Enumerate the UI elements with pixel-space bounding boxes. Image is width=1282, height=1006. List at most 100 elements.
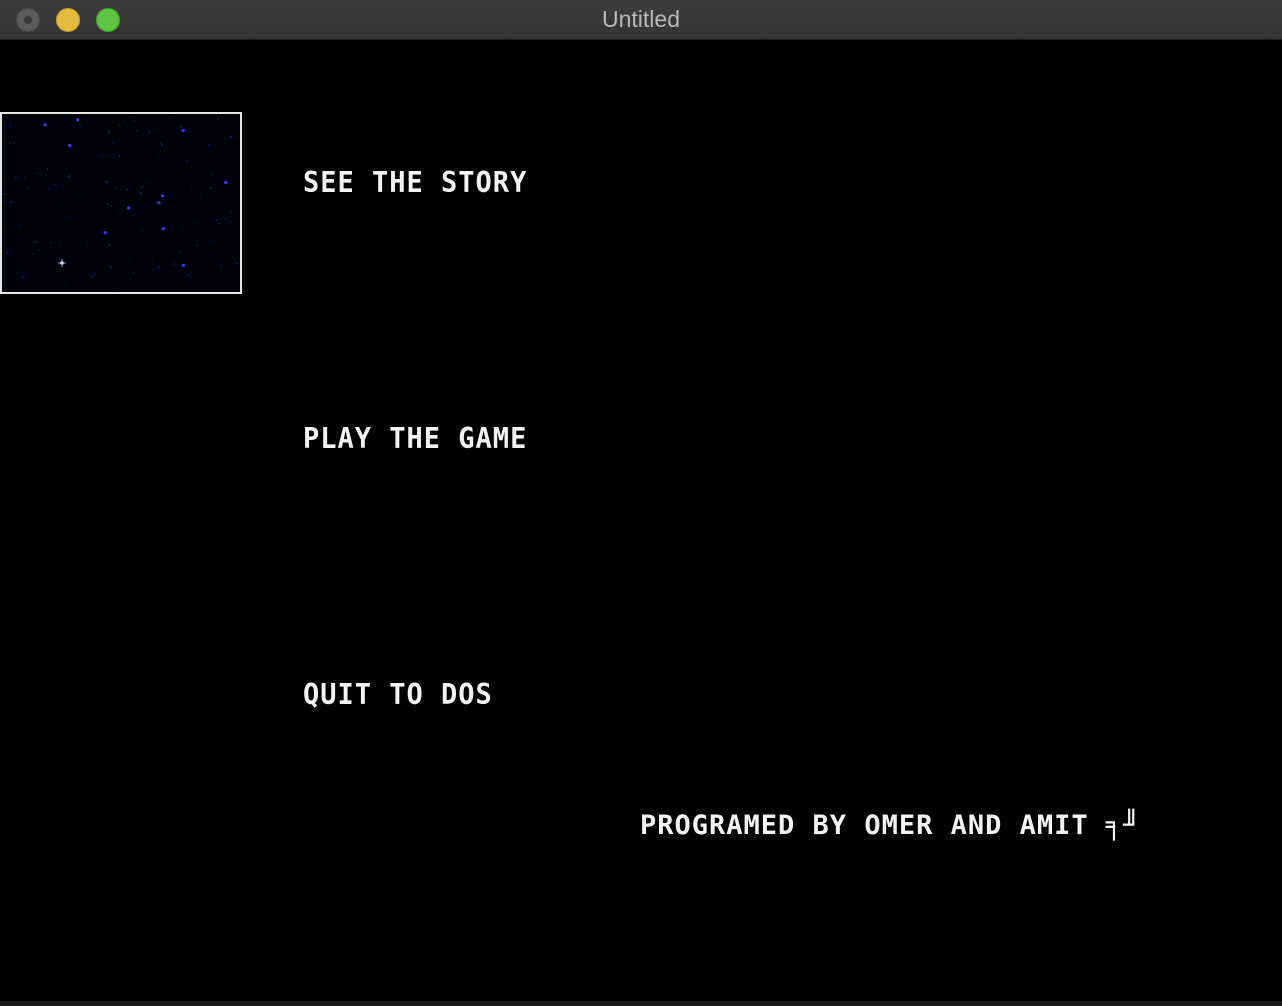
star [3,200,5,202]
game-screen: SEE THE STORY PLAY THE GAME QUIT TO DOS … [0,41,1282,1001]
star [65,281,68,284]
star [218,223,220,225]
star [171,226,173,228]
star [178,251,181,253]
star [230,136,232,138]
star [220,265,222,267]
star [129,259,131,262]
star [32,253,34,255]
menu-quit-dos[interactable]: QUIT TO DOS [303,679,493,712]
app-window: Untitled SEE THE STORY PLAY THE GAME QUI… [0,0,1282,1006]
star [7,252,9,254]
star [225,218,227,221]
star [107,203,109,205]
star [27,187,29,189]
star [228,221,230,223]
menu-play-game[interactable]: PLAY THE GAME [303,423,527,456]
star [10,201,12,204]
star [107,155,110,158]
star [46,168,49,170]
star [123,121,126,123]
star [3,193,5,196]
star [181,263,185,267]
star [127,206,131,210]
star [113,156,115,158]
star [24,176,26,179]
star [187,274,189,276]
star [86,244,89,246]
star [101,154,103,156]
star [211,175,213,177]
star [133,119,135,121]
star [191,187,193,189]
star [115,187,117,189]
star [207,144,210,146]
star [21,268,23,270]
star [50,242,52,244]
star [181,128,185,133]
star [180,228,183,231]
window-bottom-edge [0,1001,1282,1006]
star [196,244,198,246]
star [9,125,12,128]
star [215,219,218,221]
star [118,155,120,157]
star [168,117,171,119]
star [118,212,120,215]
star [217,118,219,121]
star [91,275,94,278]
star [9,142,11,144]
star [161,194,165,198]
star [79,191,81,193]
star [58,244,61,246]
star [21,276,24,278]
star [230,211,233,214]
starfield-icon [0,112,242,294]
star [224,180,228,185]
star [118,124,121,126]
star [93,272,96,275]
bright-star [58,259,66,267]
star [157,128,159,130]
star [148,132,150,134]
star [210,187,212,189]
star [146,182,148,184]
star [133,214,135,216]
star [111,265,113,268]
star [68,144,72,148]
star [188,139,190,141]
starfield-graphic [3,117,238,289]
star [132,271,135,274]
star [76,118,80,122]
star [55,183,57,185]
star [149,130,151,132]
star [140,192,142,194]
window-title: Untitled [602,6,680,32]
star [193,222,196,224]
star [79,125,81,127]
star [186,159,188,162]
star [141,186,143,189]
star [199,193,201,196]
star [108,131,111,133]
star [18,225,20,227]
star [190,277,192,279]
star [67,176,70,179]
star [157,201,161,205]
star [18,177,20,179]
star [236,262,238,265]
menu-see-story[interactable]: SEE THE STORY [303,167,527,200]
title-bar[interactable]: Untitled [0,0,1282,40]
star [47,188,49,190]
credits-text: PROGRAMED BY OMER AND AMIT ╕╜ [640,810,1141,841]
star [103,231,107,235]
star [126,188,129,191]
star [68,217,70,219]
star [37,172,40,174]
star [111,142,114,144]
star [209,240,212,243]
star [108,265,111,267]
star [39,249,41,252]
star [53,183,55,186]
star [42,121,45,124]
